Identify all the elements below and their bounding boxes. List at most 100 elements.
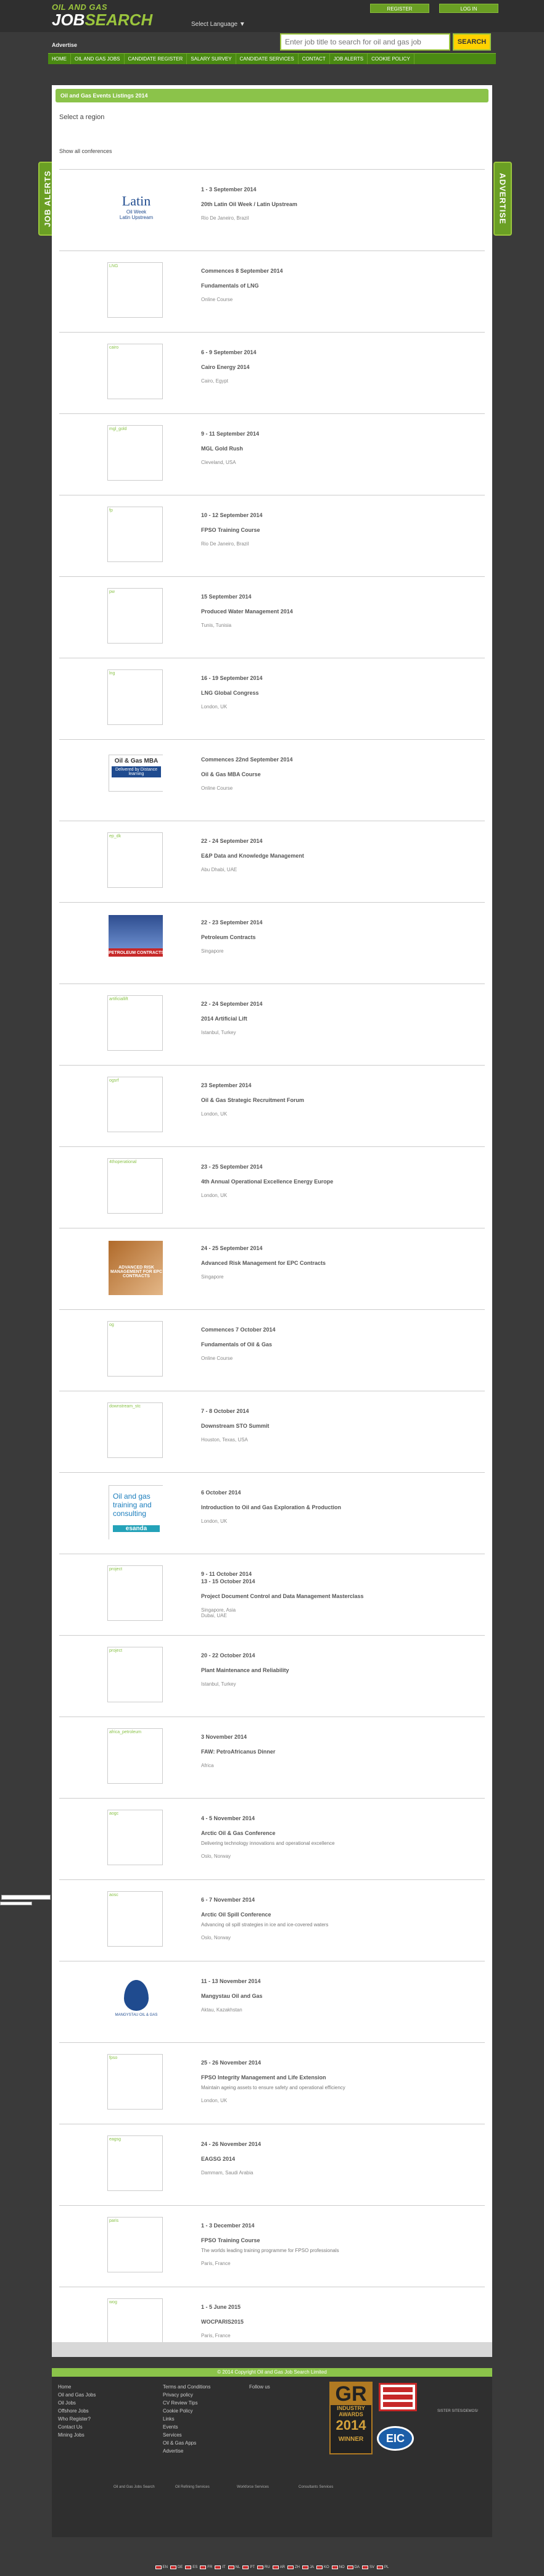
event-title[interactable]: Fundamentals of LNG <box>201 282 460 289</box>
language-flag[interactable]: NL <box>228 2566 240 2569</box>
event-row[interactable]: Latin Oil Week Latin Upstream 1 - 3 Septemb… <box>59 169 485 251</box>
event-row[interactable]: og Commences 7 October 2014 Fundamentals o… <box>59 1309 485 1391</box>
event-title[interactable]: LNG Global Congress <box>201 689 460 697</box>
event-thumbnail[interactable]: artificiallift <box>107 995 163 1051</box>
event-thumbnail[interactable]: MANGYSTAU OIL & GAS <box>107 1973 163 2028</box>
event-row[interactable]: eagsg 24 - 26 November 2014 EAGSG 2014 Damm… <box>59 2124 485 2205</box>
event-thumbnail[interactable]: eagsg <box>107 2135 163 2191</box>
event-row[interactable]: ep_dk 22 - 24 September 2014 E&P Data and … <box>59 821 485 902</box>
event-thumbnail[interactable]: og <box>107 1321 163 1377</box>
show-all-link[interactable]: Show all conferences <box>52 121 492 154</box>
event-row[interactable]: LNG Commences 8 September 2014 Fundamental… <box>59 251 485 332</box>
event-thumbnail[interactable]: LNG <box>107 262 163 318</box>
nav-candidate-services[interactable]: CANDIDATE SERVICES <box>236 54 299 64</box>
event-title[interactable]: FAW: PetroAfricanus Dinner <box>201 1748 460 1755</box>
event-row[interactable]: project 20 - 22 October 2014 Plant Mainten… <box>59 1635 485 1717</box>
event-thumbnail[interactable]: ep_dk <box>107 832 163 888</box>
event-thumbnail[interactable]: ogsrf <box>107 1077 163 1132</box>
footer-link[interactable]: Contact Us <box>58 2423 96 2431</box>
event-thumbnail[interactable]: downstream_stc <box>107 1402 163 1458</box>
footer-link[interactable]: Mining Jobs <box>58 2431 96 2439</box>
event-title[interactable]: E&P Data and Knowledge Management <box>201 852 460 859</box>
event-thumbnail[interactable]: project <box>107 1647 163 1702</box>
event-row[interactable]: mgl_gold 9 - 11 September 2014 MGL Gold Ru… <box>59 413 485 495</box>
language-flag[interactable]: DA <box>347 2566 360 2569</box>
event-title[interactable]: FPSO Integrity Management and Life Exten… <box>201 2074 460 2081</box>
left-scroll-widget-2[interactable] <box>0 1902 32 1905</box>
footer-link[interactable]: Events <box>163 2423 210 2431</box>
event-row[interactable]: lng 16 - 19 September 2014 LNG Global Cong… <box>59 658 485 739</box>
event-title[interactable]: Project Document Control and Data Manage… <box>201 1592 460 1600</box>
language-flag[interactable]: ZH <box>287 2566 300 2569</box>
follow-us[interactable]: Follow us <box>249 2383 270 2391</box>
footer-link[interactable]: Who Register? <box>58 2415 96 2423</box>
site-logo[interactable]: OIL AND GAS JOBSEARCH <box>52 2 157 30</box>
footer-link[interactable]: Privacy policy <box>163 2391 210 2399</box>
language-select[interactable]: Select Language ▼ <box>191 21 245 28</box>
footer-link[interactable]: Links <box>163 2415 210 2423</box>
footer-link-1[interactable]: Oil and Gas Jobs Search <box>113 2485 155 2489</box>
event-row[interactable]: artificiallift 22 - 24 September 2014 2014… <box>59 984 485 1065</box>
footer-link[interactable]: Terms and Conditions <box>163 2383 210 2391</box>
event-row[interactable]: paris 1 - 3 December 2014 FPSO Training Co… <box>59 2205 485 2287</box>
event-thumbnail[interactable]: pw <box>107 588 163 644</box>
event-thumbnail[interactable]: 4thoperational <box>107 1158 163 1214</box>
nav-candidate-register[interactable]: CANDIDATE REGISTER <box>125 54 188 64</box>
language-flag[interactable]: IT <box>215 2566 226 2569</box>
language-flag[interactable]: PT <box>242 2566 255 2569</box>
event-thumbnail[interactable]: PETROLEUM CONTRACTS <box>107 914 163 969</box>
event-title[interactable]: 4th Annual Operational Excellence Energy… <box>201 1178 460 1185</box>
nav-cookie-policy[interactable]: COOKIE POLICY <box>368 54 414 64</box>
event-row[interactable]: ADVANCED RISK MANAGEMENT FOR EPC CONTRAC… <box>59 1228 485 1309</box>
event-row[interactable]: project 9 - 11 October 2014 13 - 15 Octobe… <box>59 1554 485 1635</box>
event-title[interactable]: WOCPARIS2015 <box>201 2318 460 2325</box>
footer-link[interactable]: Services <box>163 2431 210 2439</box>
event-row[interactable]: africa_petroleum 3 November 2014 FAW: Petr… <box>59 1717 485 1798</box>
advertise-link[interactable]: Advertise <box>52 42 77 48</box>
event-title[interactable]: Advanced Risk Management for EPC Contrac… <box>201 1259 460 1267</box>
event-thumbnail[interactable]: Latin Oil Week Latin Upstream <box>107 181 163 236</box>
footer-link[interactable]: Oil Jobs <box>58 2399 96 2407</box>
event-title[interactable]: Arctic Oil Spill Conference <box>201 1911 460 1918</box>
language-flag[interactable]: NO <box>331 2566 345 2569</box>
footer-link-3[interactable]: Workforce Services <box>237 2485 269 2489</box>
event-title[interactable]: Fundamentals of Oil & Gas <box>201 1341 460 1348</box>
nav-contact[interactable]: CONTACT <box>299 54 330 64</box>
event-thumbnail[interactable]: ADVANCED RISK MANAGEMENT FOR EPC CONTRAC… <box>107 1240 163 1295</box>
event-title[interactable]: Petroleum Contracts <box>201 934 460 941</box>
event-thumbnail[interactable]: project <box>107 1565 163 1621</box>
footer-link[interactable]: Oil and Gas Jobs <box>58 2391 96 2399</box>
event-title[interactable]: Plant Maintenance and Reliability <box>201 1667 460 1674</box>
footer-link-2[interactable]: Oil Refining Services <box>175 2485 210 2489</box>
language-flag[interactable]: AR <box>272 2566 285 2569</box>
event-row[interactable]: cairo 6 - 9 September 2014 Cairo Energy 20… <box>59 332 485 413</box>
language-flag[interactable]: ES <box>185 2566 197 2569</box>
event-title[interactable]: Cairo Energy 2014 <box>201 363 460 371</box>
event-thumbnail[interactable]: africa_petroleum <box>107 1728 163 1784</box>
footer-link-4[interactable]: Consultants Services <box>299 2485 333 2489</box>
event-thumbnail[interactable]: fpso <box>107 2054 163 2110</box>
nav-job-alerts[interactable]: JOB ALERTS <box>330 54 368 64</box>
event-title[interactable]: Produced Water Management 2014 <box>201 608 460 615</box>
event-row[interactable]: aogc 4 - 5 November 2014 Arctic Oil & Gas … <box>59 1798 485 1879</box>
language-flag[interactable]: DE <box>170 2566 183 2569</box>
event-thumbnail[interactable]: fp <box>107 507 163 562</box>
event-title[interactable]: Arctic Oil & Gas Conference <box>201 1829 460 1837</box>
language-flag[interactable]: KO <box>316 2566 329 2569</box>
event-title[interactable]: Downstream STO Summit <box>201 1422 460 1430</box>
login-button[interactable]: LOG IN <box>439 4 498 13</box>
event-thumbnail[interactable]: aogc <box>107 1810 163 1865</box>
event-row[interactable]: 4thoperational 23 - 25 September 2014 4th … <box>59 1146 485 1228</box>
nav-salary-survey[interactable]: SALARY SURVEY <box>187 54 236 64</box>
footer-link[interactable]: Home <box>58 2383 96 2391</box>
event-title[interactable]: FPSO Training Course <box>201 2237 460 2244</box>
event-thumbnail[interactable]: aosc <box>107 1891 163 1947</box>
language-flag[interactable]: JA <box>302 2566 314 2569</box>
event-title[interactable]: MGL Gold Rush <box>201 445 460 452</box>
event-row[interactable]: fp 10 - 12 September 2014 FPSO Training Co… <box>59 495 485 576</box>
left-scroll-widget[interactable] <box>1 1895 51 1900</box>
event-title[interactable]: Mangystau Oil and Gas <box>201 1992 460 2000</box>
footer-link[interactable]: Advertise <box>163 2447 210 2455</box>
event-thumbnail[interactable]: cairo <box>107 344 163 399</box>
event-thumbnail[interactable]: Oil & Gas MBA Delivered by Distance learn… <box>107 751 163 806</box>
